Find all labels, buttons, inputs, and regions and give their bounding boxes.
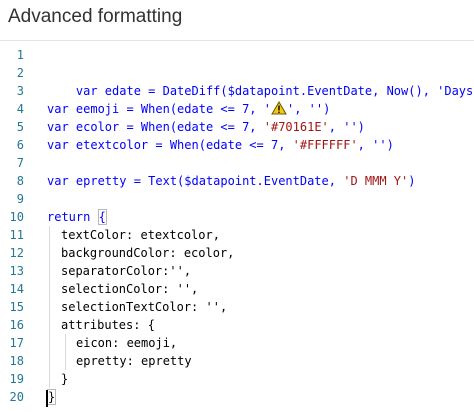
line-number: 15	[9, 300, 24, 314]
line-number: 5	[16, 120, 24, 134]
code-text: var epretty = Text($datapoint.EventDate,	[47, 174, 344, 188]
line-number: 10	[9, 210, 24, 224]
line-number: 7	[16, 156, 24, 170]
code-text: backgroundColor: ecolor,	[61, 246, 235, 260]
line-number: 18	[9, 354, 24, 368]
code-line-6: var etextcolor = When(edate <= 7, '#FFFF…	[47, 136, 394, 154]
indent-guide	[49, 226, 50, 388]
code-text: var ecolor = When(edate <= 7,	[47, 120, 264, 134]
string-literal: 'D MMM Y'	[343, 174, 409, 188]
code-text: )	[408, 174, 416, 188]
string-literal: '#70161E'	[263, 120, 329, 134]
line-number: 9	[16, 192, 24, 206]
line-number: 20	[9, 390, 24, 404]
code-line-20: }	[46, 388, 57, 407]
code-text: separatorColor:'',	[61, 264, 192, 278]
warning-icon	[271, 101, 287, 115]
code-line-19: }	[61, 370, 68, 388]
code-line-18: epretty: epretty	[76, 352, 192, 370]
indent-guide	[65, 334, 66, 370]
line-number: 13	[9, 264, 24, 278]
code-text: ', '')	[286, 102, 331, 116]
line-number: 16	[9, 318, 24, 332]
text-caret	[46, 390, 48, 407]
code-line-13: separatorColor:'',	[61, 262, 191, 280]
code-line-4: var eemoji = When(edate <= 7, ' ', '')	[47, 100, 330, 118]
line-number: 11	[9, 228, 24, 242]
code-text: var eemoji = When(edate <= 7, '	[47, 102, 271, 116]
code-editor[interactable]: 1 2 3 4 5 6 7 8 9 10 11 12 13 14 15 16 1…	[0, 46, 474, 413]
panel-header: Advanced formatting	[0, 0, 474, 41]
code-text: var edate = DateDiff($datapoint.EventDat…	[75, 84, 474, 98]
code-line-16: attributes: {	[61, 316, 155, 334]
code-line-17: eicon: eemoji,	[76, 334, 177, 352]
code-line-12: backgroundColor: ecolor,	[61, 244, 234, 262]
code-text: }	[61, 372, 69, 386]
line-number: 17	[9, 336, 24, 350]
line-number: 14	[9, 282, 24, 296]
line-number: 8	[16, 174, 24, 188]
code-text: , '')	[357, 138, 394, 152]
code-line-10: return {	[47, 208, 107, 226]
line-number: 19	[9, 372, 24, 386]
line-number: 1	[16, 48, 24, 62]
code-line-11: textColor: etextcolor,	[61, 226, 220, 244]
code-line-14: selectionColor: '',	[61, 280, 198, 298]
line-number: 3	[16, 84, 24, 98]
line-number: 12	[9, 246, 24, 260]
code-text: eicon: eemoji,	[76, 336, 178, 350]
code-text: }	[48, 390, 56, 404]
matched-brace: }	[46, 389, 57, 407]
line-number-gutter: 1 2 3 4 5 6 7 8 9 10 11 12 13 14 15 16 1…	[0, 46, 30, 413]
code-text: selectionTextColor: '',	[61, 300, 228, 314]
line-number: 6	[16, 138, 24, 152]
code-text: selectionColor: '',	[61, 282, 199, 296]
code-text: , '')	[328, 120, 365, 134]
code-text: var etextcolor = When(edate <= 7,	[47, 138, 293, 152]
line-number: 4	[16, 102, 24, 116]
return-keyword: return	[47, 210, 91, 224]
string-literal: '#FFFFFF'	[292, 138, 358, 152]
panel-title: Advanced formatting	[8, 6, 183, 27]
line-number: 2	[16, 66, 24, 80]
code-text: textColor: etextcolor,	[61, 228, 220, 242]
code-text: epretty: epretty	[76, 354, 192, 368]
matched-brace: {	[97, 209, 107, 225]
code-line-8: var epretty = Text($datapoint.EventDate,…	[47, 172, 415, 190]
code-line-5: var ecolor = When(edate <= 7, '#70161E',…	[47, 118, 365, 136]
code-line-15: selectionTextColor: '',	[61, 298, 227, 316]
code-text: attributes: {	[61, 318, 155, 332]
